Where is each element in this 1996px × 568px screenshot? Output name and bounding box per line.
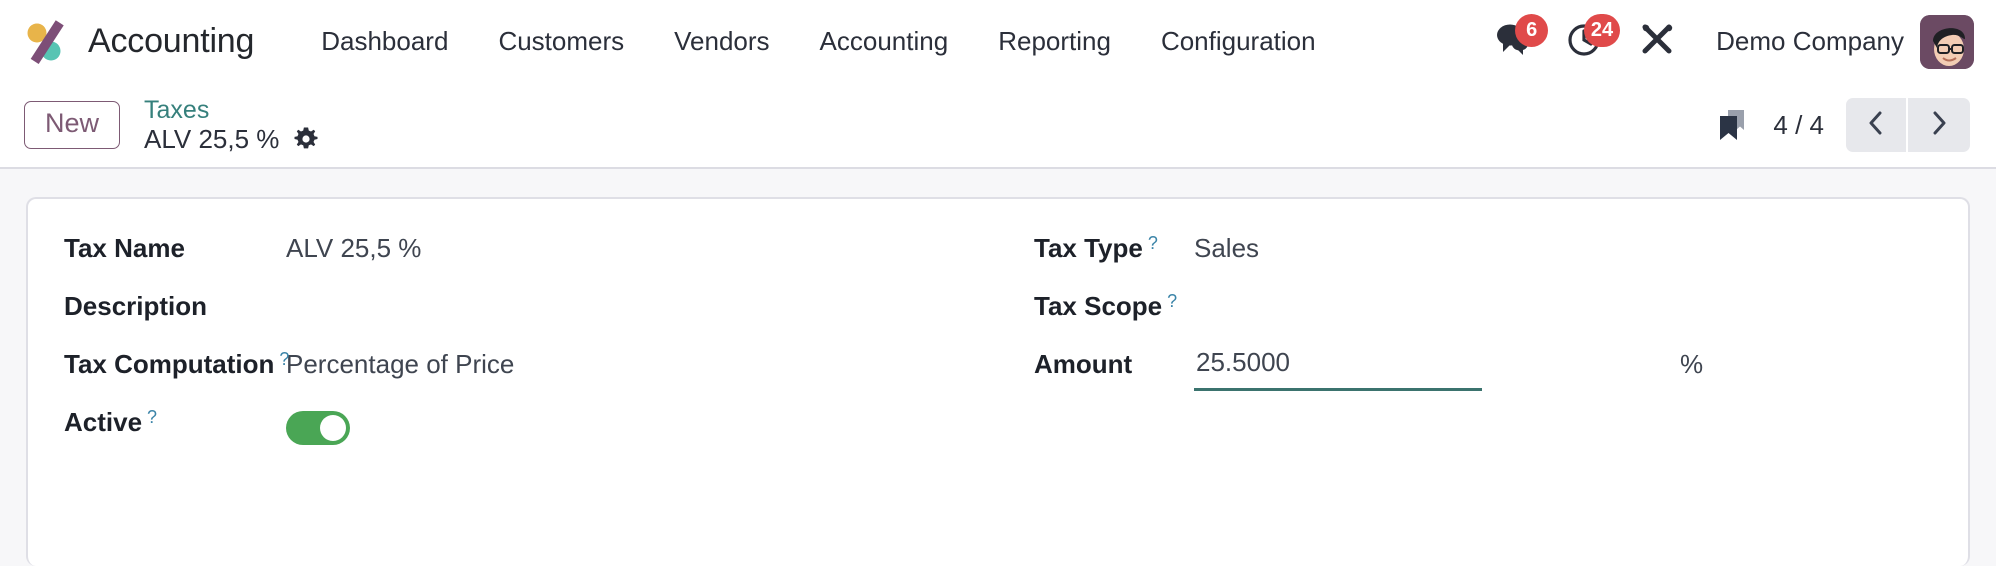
label-tax-computation: Tax Computation ? [64, 347, 289, 380]
label-text-tax-computation: Tax Computation [64, 349, 275, 379]
form-column-left: Tax Name ALV 25,5 % Description Tax Comp… [28, 231, 998, 463]
help-icon-tax-type[interactable]: ? [1148, 233, 1158, 254]
nav-item-configuration[interactable]: Configuration [1136, 0, 1341, 83]
nav-item-customers[interactable]: Customers [473, 0, 649, 83]
nav-item-dashboard[interactable]: Dashboard [296, 0, 473, 83]
user-avatar[interactable] [1920, 14, 1974, 69]
value-tax-computation[interactable]: Percentage of Price [286, 347, 514, 380]
activities-badge: 24 [1583, 13, 1621, 47]
navbar-systray: 6 24 Demo Company [1478, 12, 1974, 72]
label-description: Description [64, 291, 208, 321]
help-icon-active[interactable]: ? [147, 407, 157, 428]
bookmark-icon[interactable] [1697, 107, 1767, 143]
top-navbar: Accounting Dashboard Customers Vendors A… [0, 0, 1996, 83]
label-active: Active ? [64, 405, 286, 438]
label-text-tax-scope: Tax Scope [1034, 291, 1163, 321]
amount-suffix: % [1680, 349, 1704, 379]
help-icon-tax-scope[interactable]: ? [1167, 291, 1177, 312]
field-tax-computation: Tax Computation ? Percentage of Price [64, 347, 958, 405]
nav-item-accounting[interactable]: Accounting [795, 0, 974, 83]
toggle-knob [320, 415, 346, 441]
form-column-right: Tax Type ? Sales Tax Scope ? Amount 25.5… [998, 231, 1968, 463]
nav-item-vendors[interactable]: Vendors [649, 0, 794, 83]
field-tax-type: Tax Type ? Sales [1034, 231, 1928, 289]
form-background: Tax Name ALV 25,5 % Description Tax Comp… [0, 169, 1996, 566]
messages-menu[interactable]: 6 [1478, 12, 1550, 72]
field-tax-name: Tax Name ALV 25,5 % [64, 231, 958, 289]
value-tax-name[interactable]: ALV 25,5 % [286, 231, 421, 264]
pager-previous-button[interactable] [1846, 98, 1908, 152]
chevron-left-icon [1865, 109, 1887, 142]
tools-menu[interactable] [1622, 12, 1694, 72]
amount-input[interactable] [1194, 347, 1482, 391]
company-switcher[interactable]: Demo Company [1694, 26, 1920, 57]
label-text-tax-type: Tax Type [1034, 233, 1143, 263]
tools-icon [1638, 20, 1678, 63]
breadcrumb: Taxes ALV 25,5 % [144, 96, 319, 154]
breadcrumb-current-record: ALV 25,5 % [144, 123, 280, 154]
activities-menu[interactable]: 24 [1550, 12, 1622, 72]
label-tax-type: Tax Type ? [1034, 231, 1194, 264]
breadcrumb-item-taxes[interactable]: Taxes [144, 96, 319, 124]
field-description: Description [64, 289, 958, 347]
odoo-logo-icon [24, 19, 70, 65]
brand-home-link[interactable]: Accounting [24, 19, 254, 65]
pager-next-button[interactable] [1908, 98, 1970, 152]
label-tax-name: Tax Name [64, 233, 185, 263]
pager-count[interactable]: 4 / 4 [1767, 110, 1846, 141]
field-tax-scope: Tax Scope ? [1034, 289, 1928, 347]
messages-badge: 6 [1515, 13, 1549, 47]
gear-icon[interactable] [293, 126, 319, 152]
label-amount: Amount [1034, 349, 1133, 379]
brand-name: Accounting [88, 22, 255, 60]
value-tax-type[interactable]: Sales [1194, 231, 1259, 264]
help-icon-tax-computation[interactable]: ? [279, 349, 289, 370]
form-grid: Tax Name ALV 25,5 % Description Tax Comp… [28, 231, 1968, 463]
label-text-active: Active [64, 407, 143, 437]
nav-item-reporting[interactable]: Reporting [973, 0, 1136, 83]
chevron-right-icon [1928, 109, 1950, 142]
label-tax-scope: Tax Scope ? [1034, 289, 1194, 322]
field-amount: Amount % [1034, 347, 1928, 405]
new-button[interactable]: New [24, 101, 121, 149]
pager-buttons [1846, 98, 1970, 152]
form-sheet: Tax Name ALV 25,5 % Description Tax Comp… [26, 197, 1970, 566]
amount-control: % [1194, 347, 1703, 391]
field-active: Active ? [64, 405, 958, 463]
control-panel-right: 4 / 4 [1697, 98, 1970, 152]
control-panel: New Taxes ALV 25,5 % 4 / 4 [0, 83, 1996, 169]
main-menu: Dashboard Customers Vendors Accounting R… [296, 0, 1340, 83]
active-toggle[interactable] [286, 411, 350, 445]
